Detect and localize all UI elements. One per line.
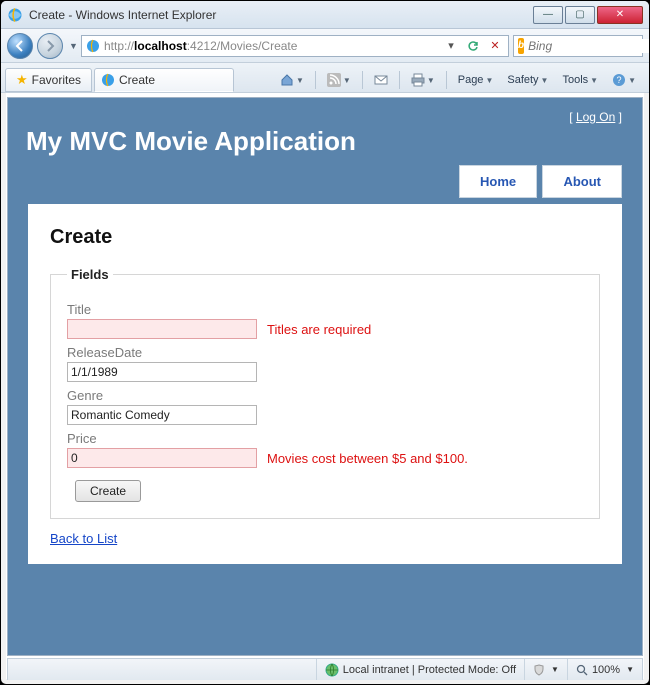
title-label: Title xyxy=(67,302,583,317)
print-icon xyxy=(411,73,425,87)
rss-icon xyxy=(327,73,341,87)
mail-button[interactable] xyxy=(369,69,393,91)
close-button[interactable]: ✕ xyxy=(597,6,643,24)
fields-legend: Fields xyxy=(67,267,113,282)
bing-icon: b xyxy=(518,38,524,54)
tab-toolbar-row: ★ Favorites Create ▼ ▼ ▼ xyxy=(1,63,649,93)
navigation-bar: ▼ http://localhost:4212/Movies/Create ▾ … xyxy=(1,29,649,63)
forward-button[interactable] xyxy=(37,33,63,59)
price-error: Movies cost between $5 and $100. xyxy=(267,451,468,466)
svg-text:?: ? xyxy=(617,75,622,85)
window-titlebar: Create - Windows Internet Explorer — ▢ ✕ xyxy=(1,1,649,29)
home-icon xyxy=(280,73,294,87)
nav-home[interactable]: Home xyxy=(459,165,537,198)
logon-link[interactable]: Log On xyxy=(576,110,615,124)
content-card: Create Fields Title Titles are required … xyxy=(28,204,622,564)
minimize-button[interactable]: — xyxy=(533,6,563,24)
print-button[interactable]: ▼ xyxy=(406,69,440,91)
zoom-control[interactable]: 100% ▼ xyxy=(567,659,642,680)
create-button[interactable]: Create xyxy=(75,480,141,502)
command-bar: ▼ ▼ ▼ Page ▼ Safety ▼ Tools ▼ ?▼ xyxy=(275,68,645,92)
page-viewport: [ Log On ] My MVC Movie Application Home… xyxy=(7,97,643,656)
help-button[interactable]: ?▼ xyxy=(607,69,641,91)
home-button[interactable]: ▼ xyxy=(275,69,309,91)
refresh-button[interactable] xyxy=(464,37,482,55)
nav-history-dropdown[interactable]: ▼ xyxy=(67,41,77,51)
site-nav: Home About xyxy=(22,165,622,198)
status-message xyxy=(8,659,316,680)
price-label: Price xyxy=(67,431,583,446)
star-icon: ★ xyxy=(16,72,28,88)
tab-label: Create xyxy=(119,73,155,87)
security-zone[interactable]: Local intranet | Protected Mode: Off xyxy=(316,659,524,680)
nav-about[interactable]: About xyxy=(542,165,622,198)
favorites-label: Favorites xyxy=(32,73,81,87)
address-dropdown[interactable]: ▾ xyxy=(442,37,460,55)
stop-button[interactable]: ✕ xyxy=(486,37,504,55)
ie-icon xyxy=(7,7,23,23)
price-input[interactable] xyxy=(67,448,257,468)
safety-menu[interactable]: Safety ▼ xyxy=(502,69,553,91)
privacy-button[interactable]: ▼ xyxy=(524,659,567,680)
logon-section: [ Log On ] xyxy=(22,110,622,124)
feeds-button[interactable]: ▼ xyxy=(322,69,356,91)
page-menu[interactable]: Page ▼ xyxy=(453,69,499,91)
releasedate-label: ReleaseDate xyxy=(67,345,583,360)
back-to-list-link[interactable]: Back to List xyxy=(50,531,117,546)
search-box[interactable]: b ▼ xyxy=(513,35,643,57)
title-error: Titles are required xyxy=(267,322,371,337)
help-icon: ? xyxy=(612,73,626,87)
title-input[interactable] xyxy=(67,319,257,339)
page-heading: Create xyxy=(50,226,600,249)
address-bar[interactable]: http://localhost:4212/Movies/Create ▾ ✕ xyxy=(81,35,509,57)
browser-tab[interactable]: Create xyxy=(94,68,234,92)
status-bar: Local intranet | Protected Mode: Off ▼ 1… xyxy=(7,658,643,680)
shield-icon xyxy=(533,664,545,676)
ie-page-icon xyxy=(86,39,100,53)
address-url[interactable]: http://localhost:4212/Movies/Create xyxy=(104,39,438,53)
maximize-button[interactable]: ▢ xyxy=(565,6,595,24)
favorites-button[interactable]: ★ Favorites xyxy=(5,68,92,92)
fields-fieldset: Fields Title Titles are required Release… xyxy=(50,267,600,519)
mail-icon xyxy=(374,74,388,86)
tools-menu[interactable]: Tools ▼ xyxy=(557,69,603,91)
back-button[interactable] xyxy=(7,33,33,59)
ie-page-icon xyxy=(101,73,115,87)
genre-input[interactable] xyxy=(67,405,257,425)
globe-icon xyxy=(325,663,339,677)
zoom-icon xyxy=(576,664,588,676)
browser-window: Create - Windows Internet Explorer — ▢ ✕… xyxy=(0,0,650,685)
genre-label: Genre xyxy=(67,388,583,403)
search-input[interactable] xyxy=(528,39,650,53)
window-title: Create - Windows Internet Explorer xyxy=(29,8,531,22)
releasedate-input[interactable] xyxy=(67,362,257,382)
app-title: My MVC Movie Application xyxy=(26,126,628,157)
